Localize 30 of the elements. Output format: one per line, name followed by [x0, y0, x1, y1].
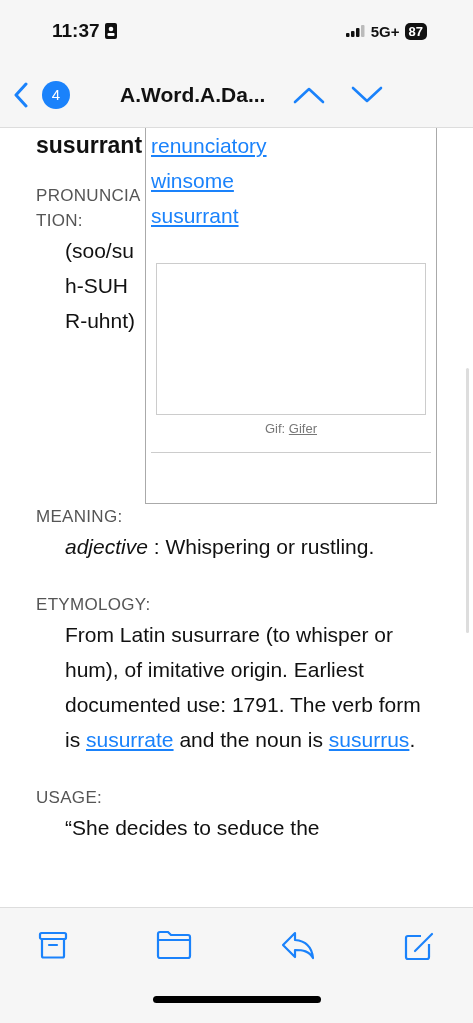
chevron-down-icon[interactable]: [351, 85, 384, 104]
section-text: From Latin susurrare (to whisper or hum), of imitative origin. Earliest documented use: 1791. The verb form is susurrate and the noun is susurrus.: [65, 622, 422, 753]
section-label: MEANING:: [36, 506, 124, 528]
folder-icon[interactable]: [156, 930, 193, 962]
word-link[interactable]: susurrate: [86, 728, 174, 751]
section-text: “She decides to seduce the: [65, 815, 321, 841]
section-text: adjective : Whispering or rustling.: [65, 534, 376, 560]
section-label: ETYMOLOGY:: [36, 594, 152, 616]
id-card-icon: [104, 23, 117, 39]
chevron-up-icon[interactable]: [293, 85, 326, 104]
back-icon[interactable]: [14, 81, 28, 108]
compose-icon[interactable]: [403, 930, 435, 962]
archive-icon[interactable]: [38, 930, 68, 962]
caption-text: Gif:: [265, 421, 287, 436]
word-link[interactable]: renunciatory: [151, 128, 267, 163]
word-link[interactable]: susurrant: [151, 198, 239, 233]
unread-badge: 4: [42, 80, 70, 109]
section-label: USAGE:: [36, 787, 104, 809]
message-title: A.Word.A.Da...: [120, 82, 266, 107]
headword: susurrant: [36, 131, 144, 160]
section-label: PRONUNCIATION:: [36, 185, 142, 232]
credit-link[interactable]: Gifer: [288, 421, 317, 436]
network-label: 5G+: [370, 22, 400, 40]
reply-icon[interactable]: [280, 930, 315, 962]
pronunciation-text: (soo/suh-SUHR-uhnt): [65, 238, 137, 334]
word-link[interactable]: winsome: [151, 163, 234, 198]
battery-level: 87: [404, 22, 427, 40]
word-link[interactable]: susurrus: [328, 728, 410, 751]
signal-icon: [345, 25, 366, 37]
status-time: 11:37: [52, 20, 100, 42]
